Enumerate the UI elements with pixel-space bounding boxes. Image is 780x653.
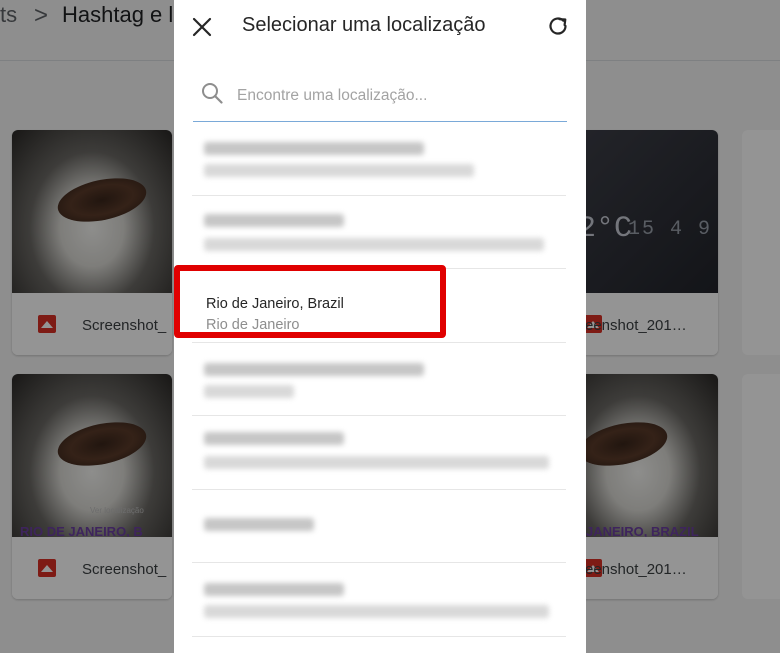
location-item[interactable] [192,122,566,196]
location-list: Rio de Janeiro, Brazil Rio de Janeiro [192,122,566,637]
search-input[interactable] [237,82,557,110]
location-item[interactable] [192,343,566,416]
close-icon[interactable] [191,16,213,38]
dialog-title: Selecionar uma localização [242,14,486,36]
location-item-rio-de-janeiro[interactable]: Rio de Janeiro, Brazil Rio de Janeiro [192,269,566,343]
search-icon [201,82,223,104]
search-field[interactable] [193,76,567,122]
refresh-icon[interactable] [546,14,570,38]
location-item[interactable] [192,490,566,563]
location-name: Rio de Janeiro, Brazil [206,296,344,312]
location-item[interactable] [192,563,566,637]
location-item[interactable] [192,416,566,490]
location-subtitle: Rio de Janeiro [206,317,300,333]
location-item[interactable] [192,196,566,269]
select-location-dialog: Selecionar uma localização Rio de Jane [174,0,586,653]
dialog-header: Selecionar uma localização [174,0,586,54]
